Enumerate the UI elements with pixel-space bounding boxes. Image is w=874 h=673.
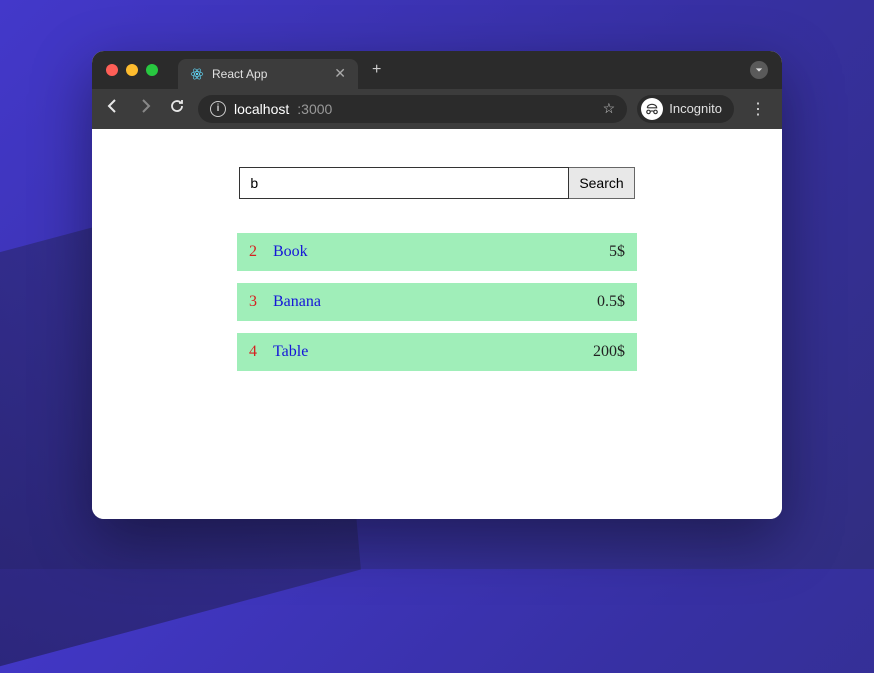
item-price: 5$	[609, 243, 625, 261]
new-tab-button[interactable]: +	[358, 61, 395, 79]
incognito-icon	[641, 98, 663, 120]
tabs-dropdown-icon[interactable]	[750, 61, 768, 79]
list-item: 2 Book 5$	[237, 233, 637, 271]
minimize-window-icon[interactable]	[126, 64, 138, 76]
search-input[interactable]	[239, 167, 569, 199]
item-index: 2	[249, 243, 273, 261]
tab-title: React App	[212, 67, 267, 81]
maximize-window-icon[interactable]	[146, 64, 158, 76]
item-name: Book	[273, 243, 609, 261]
list-item: 4 Table 200$	[237, 333, 637, 371]
address-bar[interactable]: i localhost :3000 ☆	[198, 95, 627, 123]
results-list: 2 Book 5$ 3 Banana 0.5$ 4 Table 200$	[237, 233, 637, 383]
item-index: 3	[249, 293, 273, 311]
url-host: localhost	[234, 101, 289, 117]
react-favicon-icon	[190, 67, 204, 81]
window-controls	[106, 64, 158, 76]
incognito-badge[interactable]: Incognito	[637, 95, 734, 123]
item-price: 0.5$	[597, 293, 625, 311]
item-name: Table	[273, 343, 593, 361]
close-window-icon[interactable]	[106, 64, 118, 76]
titlebar: React App ✕ +	[92, 51, 782, 89]
back-button[interactable]	[102, 98, 124, 119]
url-port: :3000	[297, 101, 332, 117]
browser-toolbar: i localhost :3000 ☆ Incognito ⋮	[92, 89, 782, 129]
browser-tab[interactable]: React App ✕	[178, 59, 358, 89]
site-info-icon[interactable]: i	[210, 101, 226, 117]
bookmark-star-icon[interactable]: ☆	[603, 100, 616, 117]
page-content: Search 2 Book 5$ 3 Banana 0.5$ 4 Table 2…	[92, 129, 782, 519]
item-index: 4	[249, 343, 273, 361]
search-button[interactable]: Search	[569, 167, 634, 199]
reload-button[interactable]	[166, 98, 188, 119]
item-name: Banana	[273, 293, 597, 311]
tab-close-icon[interactable]: ✕	[334, 65, 346, 82]
browser-window: React App ✕ + i localhost :3000 ☆	[92, 51, 782, 519]
browser-menu-icon[interactable]: ⋮	[744, 99, 772, 119]
incognito-label: Incognito	[669, 101, 722, 116]
search-row: Search	[239, 167, 634, 199]
forward-button[interactable]	[134, 98, 156, 119]
item-price: 200$	[593, 343, 625, 361]
list-item: 3 Banana 0.5$	[237, 283, 637, 321]
